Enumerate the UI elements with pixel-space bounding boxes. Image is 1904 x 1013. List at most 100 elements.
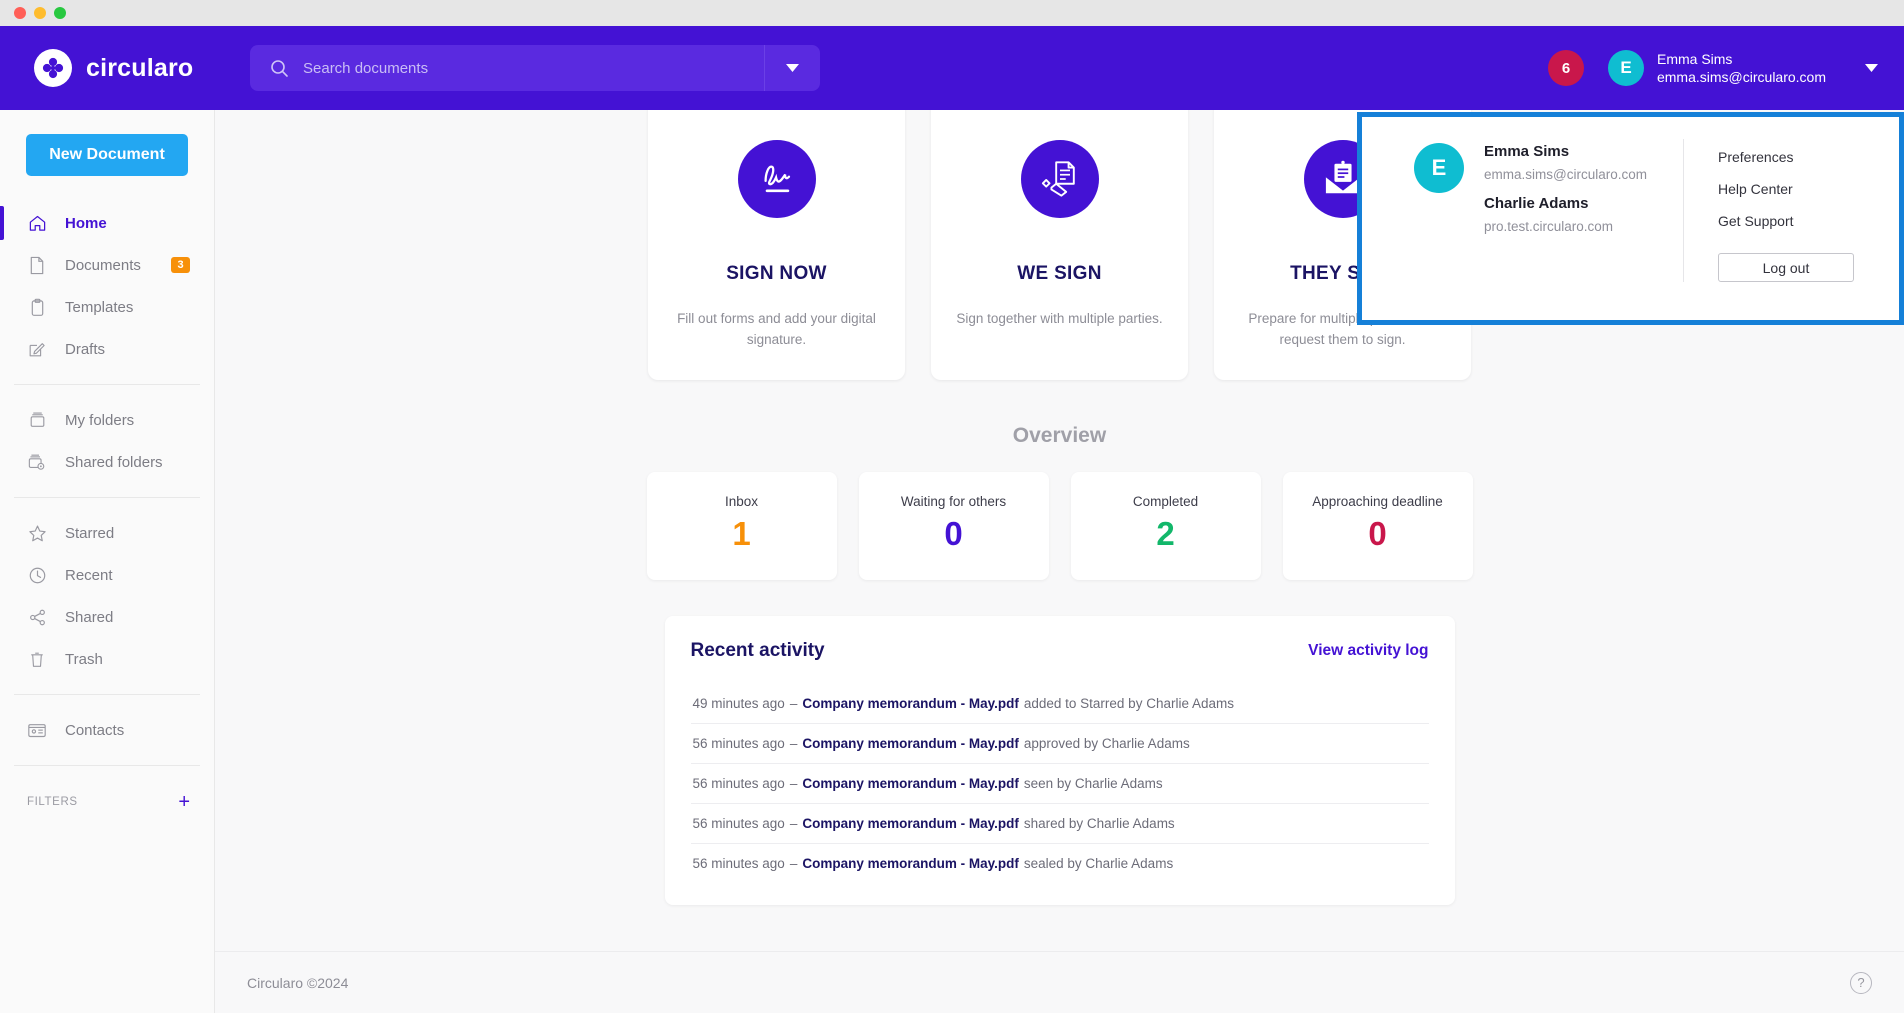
window-close-button[interactable] — [14, 7, 26, 19]
activity-document-name[interactable]: Company memorandum - May.pdf — [802, 696, 1019, 711]
sidebar-item-trash[interactable]: Trash — [0, 638, 214, 680]
recent-activity-list: 49 minutes ago – Company memorandum - Ma… — [691, 684, 1429, 883]
clipboard-icon — [27, 298, 47, 317]
stat-value: 2 — [1156, 517, 1174, 550]
sidebar-divider — [14, 765, 200, 766]
search-filter-dropdown-button[interactable] — [764, 45, 820, 91]
document-icon — [27, 256, 47, 275]
sidebar-item-starred[interactable]: Starred — [0, 512, 214, 554]
question-mark-icon[interactable]: ? — [1850, 972, 1872, 994]
view-activity-log-link[interactable]: View activity log — [1308, 642, 1428, 660]
account-dropdown-panel: E Emma Sims emma.sims@circularo.com Char… — [1357, 112, 1904, 325]
sidebar-item-documents[interactable]: Documents 3 — [0, 244, 214, 286]
copyright-text: Circularo ©2024 — [247, 975, 348, 991]
stat-value: 1 — [732, 517, 750, 550]
activity-row[interactable]: 49 minutes ago – Company memorandum - Ma… — [691, 684, 1429, 724]
window-maximize-button[interactable] — [54, 7, 66, 19]
log-out-button[interactable]: Log out — [1718, 253, 1854, 282]
window-minimize-button[interactable] — [34, 7, 46, 19]
search-input[interactable] — [303, 60, 764, 77]
stat-label: Approaching deadline — [1312, 494, 1443, 509]
filters-section: FILTERS + — [0, 780, 214, 812]
avatar: E — [1608, 50, 1644, 86]
sidebar-item-recent[interactable]: Recent — [0, 554, 214, 596]
user-name: Emma Sims — [1657, 50, 1826, 68]
sidebar-item-label: My folders — [65, 412, 134, 429]
activity-action-text: added to Starred by Charlie Adams — [1024, 696, 1234, 711]
activity-row[interactable]: 56 minutes ago – Company memorandum - Ma… — [691, 804, 1429, 844]
recent-activity-header: Recent activity View activity log — [691, 640, 1429, 662]
user-info: Emma Sims emma.sims@circularo.com — [1657, 50, 1826, 86]
chevron-down-icon[interactable] — [1865, 59, 1878, 77]
sidebar-item-label: Documents — [65, 257, 141, 274]
shared-folder-icon — [27, 453, 47, 471]
activity-time: 56 minutes ago — [693, 776, 785, 791]
action-card-sign-now[interactable]: SIGN NOW Fill out forms and add your dig… — [648, 110, 905, 380]
overview-stats-row: Inbox 1 Waiting for others 0 Completed 2… — [215, 472, 1904, 580]
activity-dash: – — [790, 776, 798, 791]
stat-label: Inbox — [725, 494, 758, 509]
sidebar-group-primary: Home Documents 3 Templates — [0, 202, 214, 370]
recent-activity-title: Recent activity — [691, 640, 825, 662]
activity-row[interactable]: 56 minutes ago – Company memorandum - Ma… — [691, 844, 1429, 883]
account-menu-links: Preferences Help Center Get Support Log … — [1683, 139, 1899, 282]
folder-icon — [27, 411, 47, 429]
brand-logo[interactable]: circularo — [0, 49, 215, 87]
action-card-we-sign[interactable]: WE SIGN Sign together with multiple part… — [931, 110, 1188, 380]
sidebar-item-templates[interactable]: Templates — [0, 286, 214, 328]
stat-label: Completed — [1133, 494, 1198, 509]
stat-value: 0 — [944, 517, 962, 550]
sidebar-item-label: Templates — [65, 299, 133, 316]
sidebar-badge-documents: 3 — [171, 257, 190, 273]
card-description: Fill out forms and add your digital sign… — [672, 309, 882, 351]
stat-card-completed[interactable]: Completed 2 — [1071, 472, 1261, 580]
document-hand-icon — [1021, 140, 1099, 218]
chevron-down-icon — [786, 64, 799, 72]
activity-dash: – — [790, 736, 798, 751]
sidebar-item-contacts[interactable]: Contacts — [0, 709, 214, 751]
sidebar-item-shared[interactable]: Shared — [0, 596, 214, 638]
account-name-secondary[interactable]: Charlie Adams — [1484, 193, 1647, 216]
search-bar[interactable] — [250, 45, 820, 91]
account-name-primary: Emma Sims — [1484, 141, 1647, 164]
get-support-link[interactable]: Get Support — [1718, 205, 1899, 237]
activity-time: 49 minutes ago — [693, 696, 785, 711]
signature-icon — [738, 140, 816, 218]
header-right-cluster: 6 E Emma Sims emma.sims@circularo.com — [1548, 26, 1878, 110]
activity-time: 56 minutes ago — [693, 856, 785, 871]
stat-card-waiting-for-others[interactable]: Waiting for others 0 — [859, 472, 1049, 580]
activity-dash: – — [790, 856, 798, 871]
card-title: WE SIGN — [1017, 263, 1101, 285]
user-menu-trigger[interactable]: E Emma Sims emma.sims@circularo.com — [1608, 50, 1878, 86]
sidebar-item-drafts[interactable]: Drafts — [0, 328, 214, 370]
new-document-button[interactable]: New Document — [26, 134, 188, 176]
activity-action-text: shared by Charlie Adams — [1024, 816, 1175, 831]
search-icon — [270, 59, 289, 78]
preferences-link[interactable]: Preferences — [1718, 141, 1899, 173]
stat-card-approaching-deadline[interactable]: Approaching deadline 0 — [1283, 472, 1473, 580]
notification-badge[interactable]: 6 — [1548, 50, 1584, 86]
sidebar-item-label: Drafts — [65, 341, 105, 358]
account-email-primary: emma.sims@circularo.com — [1484, 164, 1647, 186]
activity-document-name[interactable]: Company memorandum - May.pdf — [802, 816, 1019, 831]
overview-heading: Overview — [215, 424, 1904, 448]
sidebar-divider — [14, 384, 200, 385]
help-center-link[interactable]: Help Center — [1718, 173, 1899, 205]
stat-value: 0 — [1368, 517, 1386, 550]
sidebar-item-shared-folders[interactable]: Shared folders — [0, 441, 214, 483]
stat-card-inbox[interactable]: Inbox 1 — [647, 472, 837, 580]
card-title: SIGN NOW — [726, 263, 827, 285]
stat-label: Waiting for others — [901, 494, 1006, 509]
activity-document-name[interactable]: Company memorandum - May.pdf — [802, 736, 1019, 751]
plus-icon[interactable]: + — [178, 792, 190, 812]
activity-document-name[interactable]: Company memorandum - May.pdf — [802, 856, 1019, 871]
activity-document-name[interactable]: Company memorandum - May.pdf — [802, 776, 1019, 791]
sidebar-item-label: Recent — [65, 567, 113, 584]
sidebar-item-label: Shared — [65, 609, 113, 626]
activity-row[interactable]: 56 minutes ago – Company memorandum - Ma… — [691, 724, 1429, 764]
sidebar-item-my-folders[interactable]: My folders — [0, 399, 214, 441]
sidebar-item-home[interactable]: Home — [0, 202, 214, 244]
avatar: E — [1414, 143, 1464, 193]
activity-row[interactable]: 56 minutes ago – Company memorandum - Ma… — [691, 764, 1429, 804]
activity-dash: – — [790, 816, 798, 831]
